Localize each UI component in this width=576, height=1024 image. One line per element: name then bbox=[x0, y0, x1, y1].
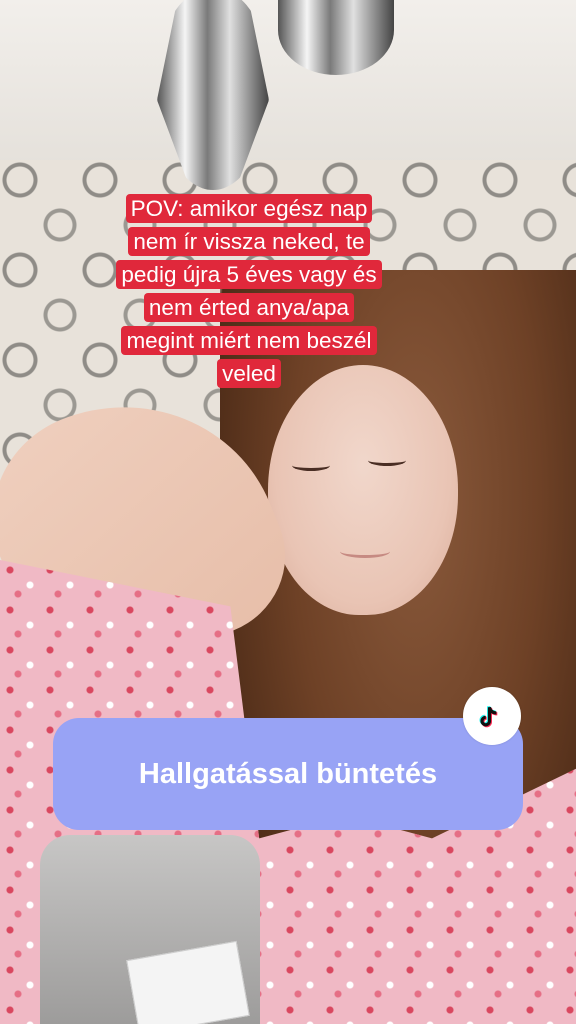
mouth bbox=[340, 545, 390, 558]
banner-title: Hallgatással büntetés bbox=[138, 757, 438, 790]
eye bbox=[292, 460, 330, 471]
title-banner: Hallgatással büntetés bbox=[53, 718, 523, 830]
caption-line: veled bbox=[217, 359, 281, 388]
caption-line: POV: amikor egész nap bbox=[125, 194, 373, 223]
eye bbox=[368, 455, 406, 466]
caption-line: pedig újra 5 éves vagy és bbox=[116, 260, 382, 289]
caption-line: nem érted anya/apa bbox=[143, 293, 355, 322]
tiktok-glyph bbox=[479, 705, 498, 728]
video-frame[interactable] bbox=[0, 0, 576, 1024]
pov-caption: POV: amikor egész nap nem ír vissza neke… bbox=[88, 192, 410, 390]
caption-line: megint miért nem beszél bbox=[121, 326, 377, 355]
person-face bbox=[268, 365, 458, 615]
tiktok-logo-icon bbox=[463, 687, 521, 745]
caption-line: nem ír vissza neked, te bbox=[128, 227, 370, 256]
